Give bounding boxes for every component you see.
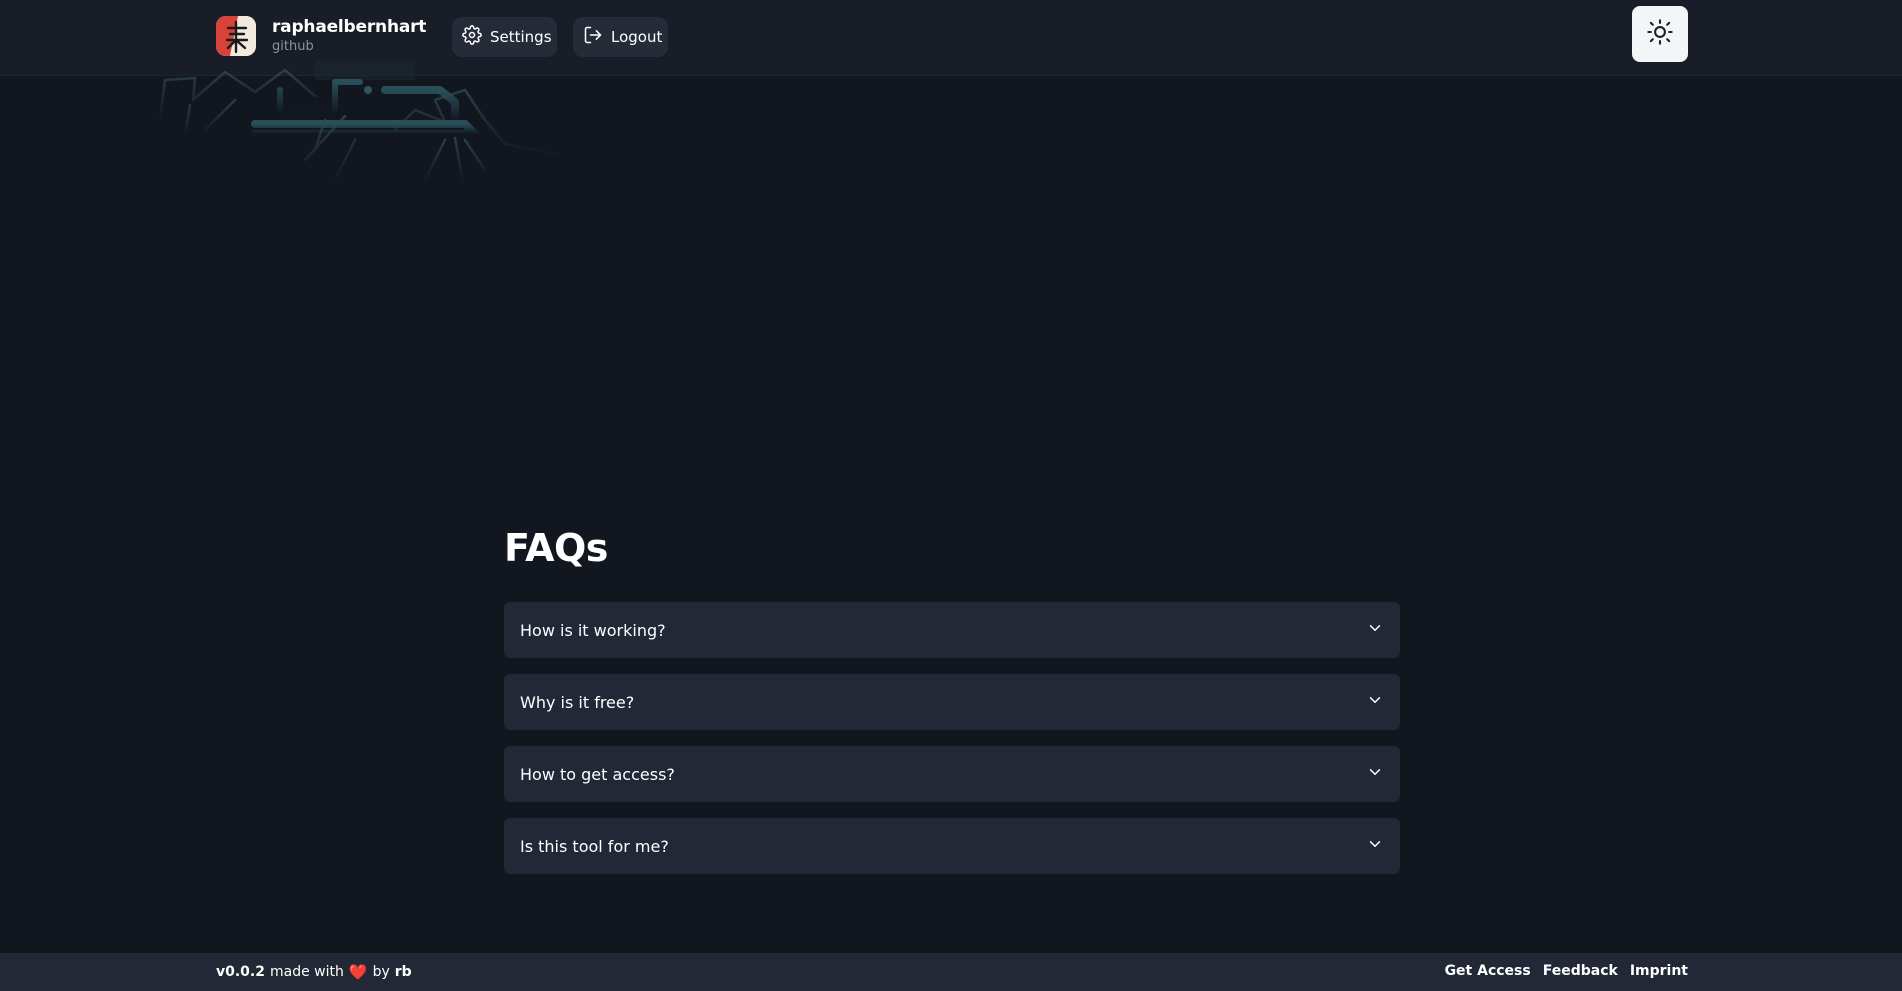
faq-question: Why is it free? bbox=[520, 692, 635, 712]
feedback-link[interactable]: Feedback bbox=[1543, 963, 1618, 979]
chevron-down-icon bbox=[1366, 619, 1384, 641]
faq-item[interactable]: Is this tool for me? bbox=[504, 818, 1400, 874]
chevron-down-icon bbox=[1366, 763, 1384, 785]
auth-provider: github bbox=[272, 39, 314, 54]
footer: v0.0.2 made with ❤️ by rb Get Access Fee… bbox=[0, 953, 1902, 991]
faq-item[interactable]: How to get access? bbox=[504, 746, 1400, 802]
version-label: v0.0.2 bbox=[216, 964, 265, 980]
footer-credits: v0.0.2 made with ❤️ by rb bbox=[216, 963, 412, 981]
logout-label: Logout bbox=[611, 28, 663, 46]
faq-question: How to get access? bbox=[520, 764, 675, 784]
footer-links: Get Access Feedback Imprint bbox=[1445, 963, 1688, 979]
faq-question: How is it working? bbox=[520, 620, 666, 640]
heart-icon: ❤️ bbox=[348, 963, 368, 981]
sun-icon bbox=[1646, 18, 1674, 50]
settings-button[interactable]: Settings bbox=[452, 17, 557, 57]
faq-question: Is this tool for me? bbox=[520, 836, 669, 856]
settings-label: Settings bbox=[490, 28, 552, 46]
get-access-link[interactable]: Get Access bbox=[1445, 963, 1531, 979]
user-profile[interactable]: raphaelbernhart github bbox=[216, 16, 426, 56]
avatar bbox=[216, 16, 256, 56]
chevron-down-icon bbox=[1366, 691, 1384, 713]
logout-button[interactable]: Logout bbox=[573, 17, 668, 57]
theme-toggle-button[interactable] bbox=[1632, 6, 1688, 62]
chevron-down-icon bbox=[1366, 835, 1384, 857]
imprint-link[interactable]: Imprint bbox=[1630, 963, 1688, 979]
made-with-text: made with bbox=[270, 964, 344, 980]
gear-icon bbox=[462, 25, 482, 49]
faq-list: How is it working? Why is it free? How t… bbox=[504, 602, 1400, 890]
logout-icon bbox=[583, 25, 603, 49]
faq-item[interactable]: How is it working? bbox=[504, 602, 1400, 658]
username: raphaelbernhart bbox=[272, 17, 427, 37]
decorative-illustration bbox=[145, 60, 565, 190]
faq-title: FAQs bbox=[504, 526, 608, 570]
by-text: by bbox=[372, 964, 390, 980]
page: raphaelbernhart github Settings Logout F… bbox=[0, 0, 1902, 991]
author-link[interactable]: rb bbox=[395, 964, 412, 980]
faq-item[interactable]: Why is it free? bbox=[504, 674, 1400, 730]
